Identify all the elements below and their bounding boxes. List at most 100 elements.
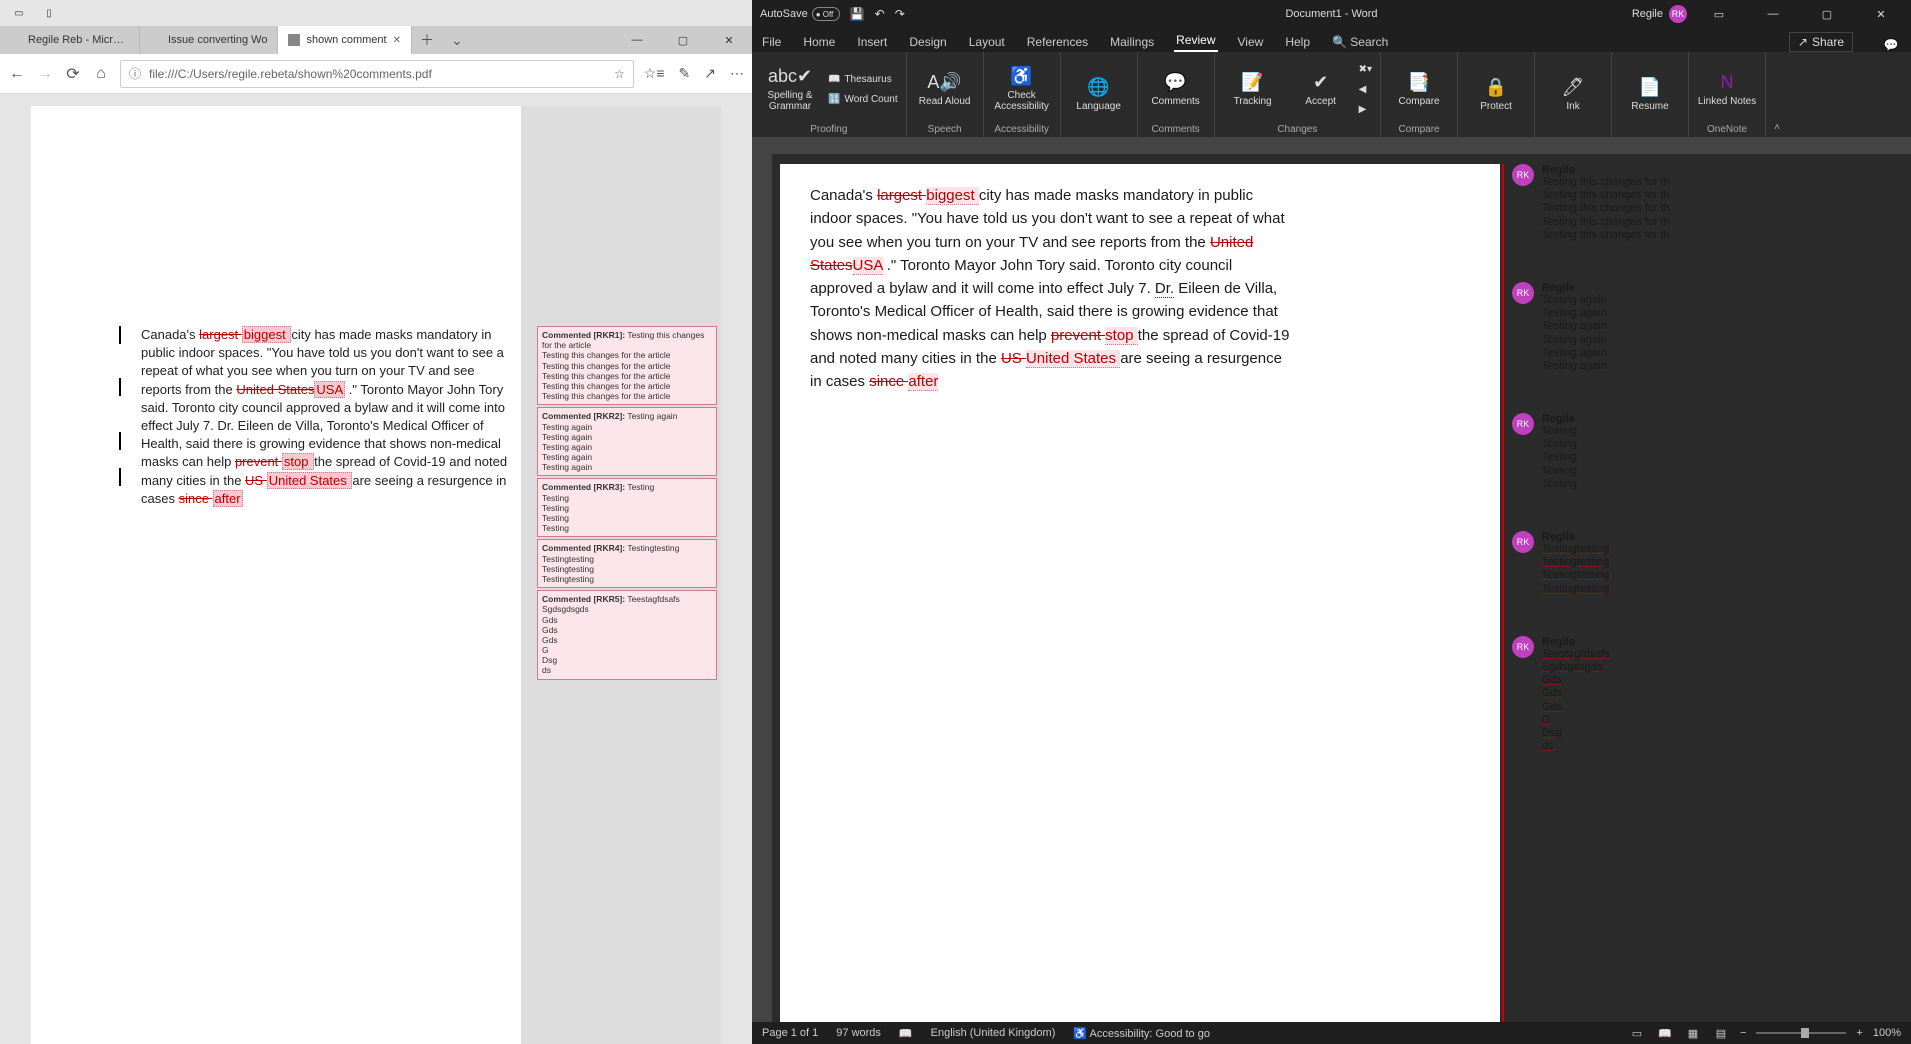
ribbon-tab-view[interactable]: View [1236, 32, 1266, 52]
pdf-comment-box[interactable]: Commented [RKR1]: Testing this changes f… [537, 326, 717, 405]
reject-button[interactable]: ✖▾ [1359, 60, 1372, 78]
undo-icon[interactable]: ↶ [875, 7, 885, 21]
edge-tab[interactable]: Regile Reb - Microso [0, 26, 140, 54]
prev-icon: ◀ [1359, 84, 1367, 95]
back-button[interactable]: ← [8, 65, 26, 83]
web-layout-icon[interactable]: ▤ [1712, 1027, 1730, 1040]
pdf-comment-box[interactable]: Commented [RKR2]: Testing againTesting a… [537, 407, 717, 476]
address-bar[interactable]: ⓘ file:///C:/Users/regile.rebeta/shown%2… [120, 60, 634, 88]
comments-pane-icon[interactable]: 💬 [1879, 38, 1903, 52]
pdf-comment-box[interactable]: Commented [RKR3]: TestingTestingTestingT… [537, 478, 717, 537]
linked-notes-button[interactable]: NLinked Notes [1697, 56, 1757, 122]
new-tab-button[interactable]: ＋ [412, 26, 442, 54]
document-canvas[interactable]: Canada's largest biggest city has made m… [772, 154, 1911, 1022]
forward-button[interactable]: → [36, 65, 54, 83]
pdf-favicon [288, 34, 300, 46]
zoom-slider[interactable] [1756, 1032, 1846, 1034]
close-button[interactable]: ✕ [706, 26, 752, 54]
autosave-toggle[interactable]: AutoSave ● Off [760, 7, 840, 21]
ribbon-tab-references[interactable]: References [1025, 32, 1090, 52]
ribbon-tab-insert[interactable]: Insert [855, 32, 889, 52]
spellcheck-icon[interactable]: 📖 [899, 1027, 913, 1040]
tracking-button[interactable]: 📝Tracking [1223, 56, 1283, 122]
word-comment[interactable]: RKRegileTesting this changes for thTesti… [1512, 164, 1902, 242]
prev-change-button[interactable]: ◀ [1359, 80, 1372, 98]
ribbon-tab-search[interactable]: 🔍 Search [1330, 32, 1390, 52]
comment-line: Gds [1542, 687, 1610, 700]
star-icon[interactable]: ☆ [614, 67, 625, 81]
language-button[interactable]: 🌐Language [1069, 56, 1129, 133]
comment-line: Testing this changes for th [1542, 216, 1670, 229]
pdf-viewport[interactable]: Canada's largest biggest city has made m… [0, 94, 752, 1044]
read-mode-icon[interactable]: 📖 [1656, 1027, 1674, 1040]
tab-overflow-button[interactable]: ⌄ [442, 26, 472, 54]
edge-tabs-icon[interactable]: ▭ [4, 0, 34, 26]
print-layout-icon[interactable]: ▦ [1684, 1027, 1702, 1040]
word-count[interactable]: 97 words [836, 1027, 881, 1039]
maximize-button[interactable]: ▢ [660, 26, 706, 54]
zoom-out-button[interactable]: − [1740, 1027, 1746, 1039]
redo-icon[interactable]: ↷ [895, 7, 905, 21]
favorites-icon[interactable]: ☆≡ [644, 65, 665, 82]
thesaurus-button[interactable]: 📖Thesaurus [828, 70, 898, 88]
protect-button[interactable]: 🔒Protect [1466, 56, 1526, 133]
vertical-ruler[interactable] [752, 154, 772, 1022]
word-comment[interactable]: RKRegileTeestagfdsafsSgdsgdsgdsGdsGdsGds… [1512, 636, 1902, 754]
deleted-text: largest [199, 327, 242, 342]
more-icon[interactable]: ⋯ [730, 65, 744, 82]
ribbon-tab-help[interactable]: Help [1283, 32, 1312, 52]
pdf-comment-box[interactable]: Commented [RKR5]: TeestagfdsafsSgdsgdsgd… [537, 590, 717, 680]
minimize-button[interactable]: — [1751, 8, 1795, 20]
word-comment[interactable]: RKRegileTesting againTesting againTestin… [1512, 282, 1902, 373]
word-count-button[interactable]: 🔢Word Count [828, 90, 898, 108]
ink-button[interactable]: 🖊Ink [1543, 56, 1603, 133]
comment-body: RegileTesting againTesting againTesting … [1542, 282, 1607, 373]
zoom-level[interactable]: 100% [1873, 1027, 1901, 1039]
share-button[interactable]: ↗Share [1789, 32, 1853, 52]
user-area[interactable]: Regile RK [1632, 5, 1687, 23]
resume-button[interactable]: 📄Resume [1620, 56, 1680, 133]
ribbon-tab-file[interactable]: File [760, 32, 783, 52]
spelling-grammar-button[interactable]: abc✔Spelling & Grammar [760, 56, 820, 122]
check-accessibility-button[interactable]: ♿Check Accessibility [992, 56, 1052, 122]
zoom-in-button[interactable]: + [1856, 1027, 1862, 1039]
comment-avatar: RK [1512, 531, 1534, 553]
ribbon-tab-home[interactable]: Home [801, 32, 837, 52]
edge-tab[interactable]: Issue converting Wo [140, 26, 278, 54]
edge-tab-active[interactable]: shown comment✕ [278, 26, 411, 54]
notes-icon[interactable]: ✎ [679, 65, 691, 82]
ribbon-display-icon[interactable]: ▭ [1697, 8, 1741, 21]
ribbon-tab-mailings[interactable]: Mailings [1108, 32, 1156, 52]
user-avatar[interactable]: RK [1669, 5, 1687, 23]
comments-button[interactable]: 💬Comments [1146, 56, 1206, 122]
share-icon[interactable]: ↗ [704, 65, 716, 82]
edge-tabs-icon-2[interactable]: ▯ [34, 0, 64, 26]
group-label: Accessibility [992, 124, 1052, 135]
compare-button[interactable]: 📑Compare [1389, 56, 1449, 122]
accessibility-status[interactable]: ♿ Accessibility: Good to go [1073, 1027, 1210, 1040]
pdf-comment-box[interactable]: Commented [RKR4]: TestingtestingTestingt… [537, 539, 717, 588]
focus-mode-icon[interactable]: ▭ [1628, 1027, 1646, 1040]
word-comment[interactable]: RKRegileTestingTestingTestingTestingTest… [1512, 413, 1902, 491]
next-change-button[interactable]: ▶ [1359, 100, 1372, 118]
page-indicator[interactable]: Page 1 of 1 [762, 1027, 818, 1039]
collapse-ribbon-button[interactable]: ˄ [1766, 52, 1788, 137]
document-text[interactable]: Canada's largest biggest city has made m… [810, 184, 1290, 393]
read-aloud-button[interactable]: A🔊Read Aloud [915, 56, 975, 122]
info-icon[interactable]: ⓘ [129, 65, 141, 82]
language-indicator[interactable]: English (United Kingdom) [931, 1027, 1056, 1039]
home-button[interactable]: ⌂ [92, 65, 110, 83]
ribbon-tab-layout[interactable]: Layout [967, 32, 1007, 52]
horizontal-ruler[interactable] [752, 138, 1911, 154]
refresh-button[interactable]: ⟳ [64, 65, 82, 83]
ribbon-tab-design[interactable]: Design [907, 32, 948, 52]
maximize-button[interactable]: ▢ [1805, 8, 1849, 21]
minimize-button[interactable]: — [614, 26, 660, 54]
word-comment[interactable]: RKRegileTestingtestingTestingtestingTest… [1512, 531, 1902, 596]
save-icon[interactable]: 💾 [850, 7, 865, 21]
ribbon-tab-review[interactable]: Review [1174, 30, 1217, 52]
close-button[interactable]: ✕ [1859, 8, 1903, 21]
toggle-switch[interactable]: ● Off [812, 7, 840, 21]
tab-close-icon[interactable]: ✕ [393, 35, 401, 46]
accept-button[interactable]: ✔Accept [1291, 56, 1351, 122]
